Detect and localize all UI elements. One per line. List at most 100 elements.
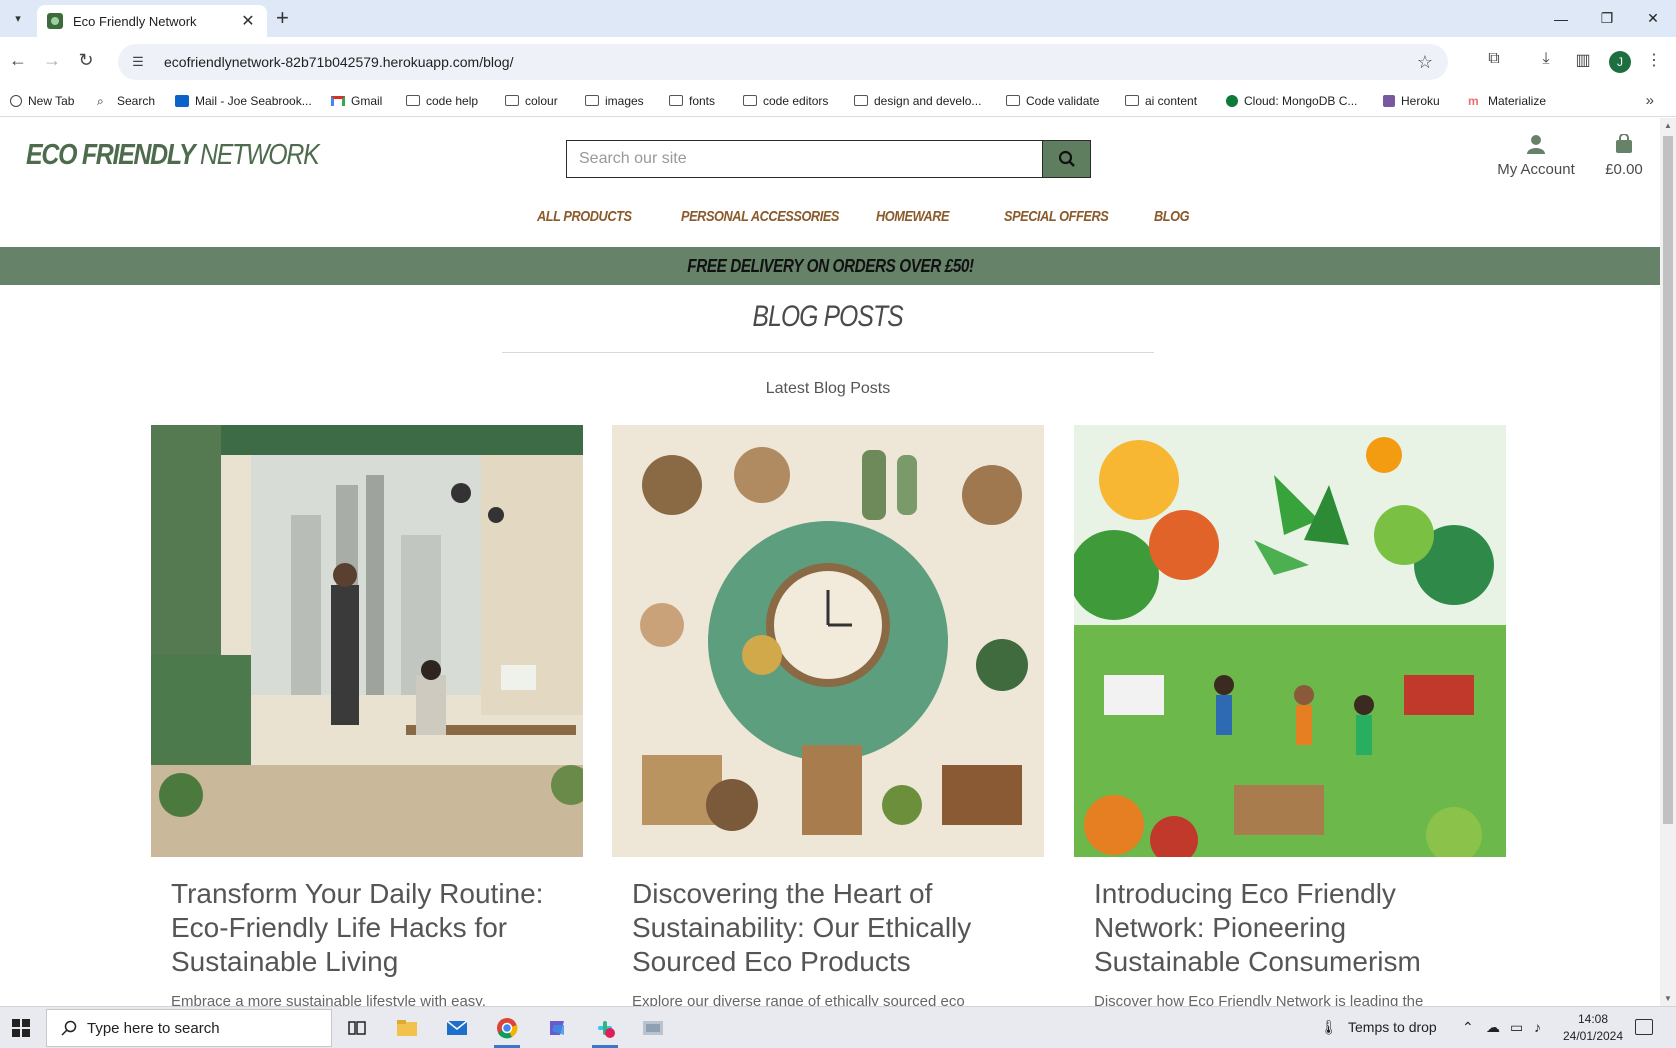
blog-card-image[interactable] <box>151 425 583 857</box>
browser-tab[interactable]: Eco Friendly Network ✕ <box>37 5 267 37</box>
blog-card-title[interactable]: Discovering the Heart of Sustainability:… <box>632 877 1024 979</box>
nav-personal-accessories[interactable]: PERSONAL ACCESSORIES <box>681 208 839 225</box>
user-icon <box>1527 135 1545 154</box>
chrome-icon[interactable] <box>490 1012 524 1048</box>
page-scrollbar[interactable]: ▲ ▼ <box>1660 118 1676 1006</box>
slack-icon[interactable] <box>588 1012 622 1048</box>
minimize-icon[interactable]: — <box>1538 0 1584 37</box>
blog-card-title[interactable]: Transform Your Daily Routine: Eco-Friend… <box>171 877 563 979</box>
system-clock[interactable]: 14:08 24/01/2024 <box>1558 1011 1628 1045</box>
blog-card: Transform Your Daily Routine: Eco-Friend… <box>151 425 583 1006</box>
bookmark-folder[interactable]: fonts <box>669 94 715 108</box>
blog-card: Introducing Eco Friendly Network: Pionee… <box>1074 425 1506 1006</box>
app-window-icon[interactable] <box>636 1012 670 1044</box>
bag-total: £0.00 <box>1605 161 1643 178</box>
tab-search-chevron-icon[interactable]: ▾ <box>8 8 28 28</box>
site-info-icon[interactable]: ☰ <box>128 54 148 70</box>
site-logo[interactable]: ECO FRIENDLY NETWORK <box>26 139 320 172</box>
site-search-input[interactable] <box>567 141 1042 177</box>
search-icon <box>61 1020 77 1036</box>
blog-card-image[interactable] <box>612 425 1044 857</box>
side-panel-icon[interactable]: ▥ <box>1571 50 1595 70</box>
my-account-link[interactable]: My Account <box>1494 134 1578 178</box>
bookmark-star-icon[interactable]: ☆ <box>1410 52 1440 73</box>
scrollbar-thumb[interactable] <box>1663 136 1673 824</box>
clock-date: 24/01/2024 <box>1562 1029 1624 1043</box>
tray-chevron-icon[interactable]: ⌃ <box>1462 1019 1474 1036</box>
bookmark-folder[interactable]: Code validate <box>1006 94 1099 108</box>
tab-title: Eco Friendly Network <box>73 13 197 29</box>
url-text[interactable]: ecofriendlynetwork-82b71b042579.herokuap… <box>164 54 1410 70</box>
eco-products-image <box>612 425 1044 857</box>
bookmark-folder[interactable]: code editors <box>743 94 828 108</box>
delivery-banner: FREE DELIVERY ON ORDERS OVER £50! <box>0 247 1660 285</box>
weather-icon[interactable]: 🌡 <box>1320 1019 1338 1036</box>
taskbar-search[interactable]: Type here to search <box>46 1009 332 1047</box>
taskbar-search-placeholder: Type here to search <box>87 1019 220 1037</box>
blog-card-excerpt: Explore our diverse range of ethically s… <box>632 993 965 1006</box>
restore-icon[interactable]: ❐ <box>1584 0 1630 37</box>
windows-start-icon[interactable] <box>12 1019 30 1037</box>
bookmark-item[interactable]: Mail - Joe Seabrook... <box>175 94 312 108</box>
bookmark-item[interactable]: New Tab <box>10 94 74 108</box>
address-bar[interactable]: ☰ ecofriendlynetwork-82b71b042579.heroku… <box>118 44 1448 80</box>
site-search <box>566 140 1091 178</box>
profile-avatar[interactable]: J <box>1609 51 1631 73</box>
notification-icon[interactable] <box>1635 1019 1653 1035</box>
kitchen-scene-image <box>151 425 583 857</box>
back-icon[interactable]: ← <box>6 50 30 71</box>
bookmark-folder[interactable]: ai content <box>1125 94 1197 108</box>
tab-close-icon[interactable]: ✕ <box>239 11 257 31</box>
window-close-icon[interactable]: ✕ <box>1630 0 1676 37</box>
bookmark-item[interactable]: Cloud: MongoDB C... <box>1226 94 1357 108</box>
copilot-icon[interactable] <box>540 1012 574 1044</box>
scroll-down-icon[interactable]: ▼ <box>1664 994 1672 1003</box>
new-tab-icon[interactable]: + <box>276 7 289 29</box>
folder-icon <box>406 94 420 106</box>
bookmark-item[interactable]: m Materialize <box>1468 94 1546 108</box>
search-icon <box>1058 150 1075 167</box>
bookmark-item[interactable]: ⌕ Search <box>97 94 155 108</box>
nav-blog[interactable]: BLOG <box>1154 208 1190 225</box>
bookmark-folder[interactable]: code help <box>406 94 478 108</box>
onedrive-icon[interactable]: ☁ <box>1486 1019 1500 1036</box>
bookmark-item[interactable]: Gmail <box>331 94 382 108</box>
main-navigation: ALL PRODUCTS PERSONAL ACCESSORIES HOMEWA… <box>0 208 1660 234</box>
browser-menu-icon[interactable]: ⋮ <box>1642 50 1666 70</box>
network-icon[interactable]: ▭ <box>1510 1019 1523 1036</box>
bookmark-folder[interactable]: images <box>585 94 644 108</box>
weather-text[interactable]: Temps to drop <box>1348 1019 1437 1035</box>
outlook-icon <box>175 95 189 107</box>
reload-icon[interactable]: ↻ <box>74 50 98 71</box>
page-title: BLOG POSTS <box>752 300 904 333</box>
nav-special-offers[interactable]: SPECIAL OFFERS <box>1004 208 1109 225</box>
window-controls: — ❐ ✕ <box>1538 0 1676 37</box>
task-view-icon[interactable] <box>340 1012 374 1044</box>
shopping-bag-link[interactable]: £0.00 <box>1604 133 1644 178</box>
mail-icon[interactable] <box>440 1012 474 1044</box>
folder-icon <box>854 94 868 106</box>
file-explorer-icon[interactable] <box>390 1012 424 1044</box>
bookmark-folder[interactable]: colour <box>505 94 558 108</box>
scroll-up-icon[interactable]: ▲ <box>1664 121 1672 130</box>
bookmark-item[interactable]: Heroku <box>1383 94 1440 108</box>
site-favicon-icon <box>47 13 63 29</box>
volume-icon[interactable]: ♪ <box>1534 1019 1541 1035</box>
blog-card-title[interactable]: Introducing Eco Friendly Network: Pionee… <box>1094 877 1486 979</box>
page-subtitle: Latest Blog Posts <box>765 380 891 397</box>
more-bookmarks-icon[interactable]: » <box>1646 92 1654 109</box>
nav-all-products[interactable]: ALL PRODUCTS <box>537 208 632 225</box>
forward-icon[interactable]: → <box>40 50 64 71</box>
browser-toolbar: ← → ↻ ☰ ecofriendlynetwork-82b71b042579.… <box>0 37 1676 87</box>
blog-card-image[interactable] <box>1074 425 1506 857</box>
search-icon: ⌕ <box>97 94 104 108</box>
bookmark-folder[interactable]: design and develo... <box>854 94 981 108</box>
downloads-icon[interactable]: ⤓ <box>1534 50 1558 68</box>
web-page: ECO FRIENDLY NETWORK My Account £0.00 AL… <box>0 118 1660 1006</box>
materialize-icon: m <box>1468 94 1479 108</box>
search-button[interactable] <box>1042 141 1090 177</box>
blog-card-excerpt: Embrace a more sustainable lifestyle wit… <box>171 993 486 1006</box>
extensions-icon[interactable]: ⧉ <box>1482 50 1506 68</box>
nav-homeware[interactable]: HOMEWARE <box>876 208 950 225</box>
windows-taskbar: Type here to search 🌡 Temps to drop ⌃ ☁ … <box>0 1006 1676 1048</box>
